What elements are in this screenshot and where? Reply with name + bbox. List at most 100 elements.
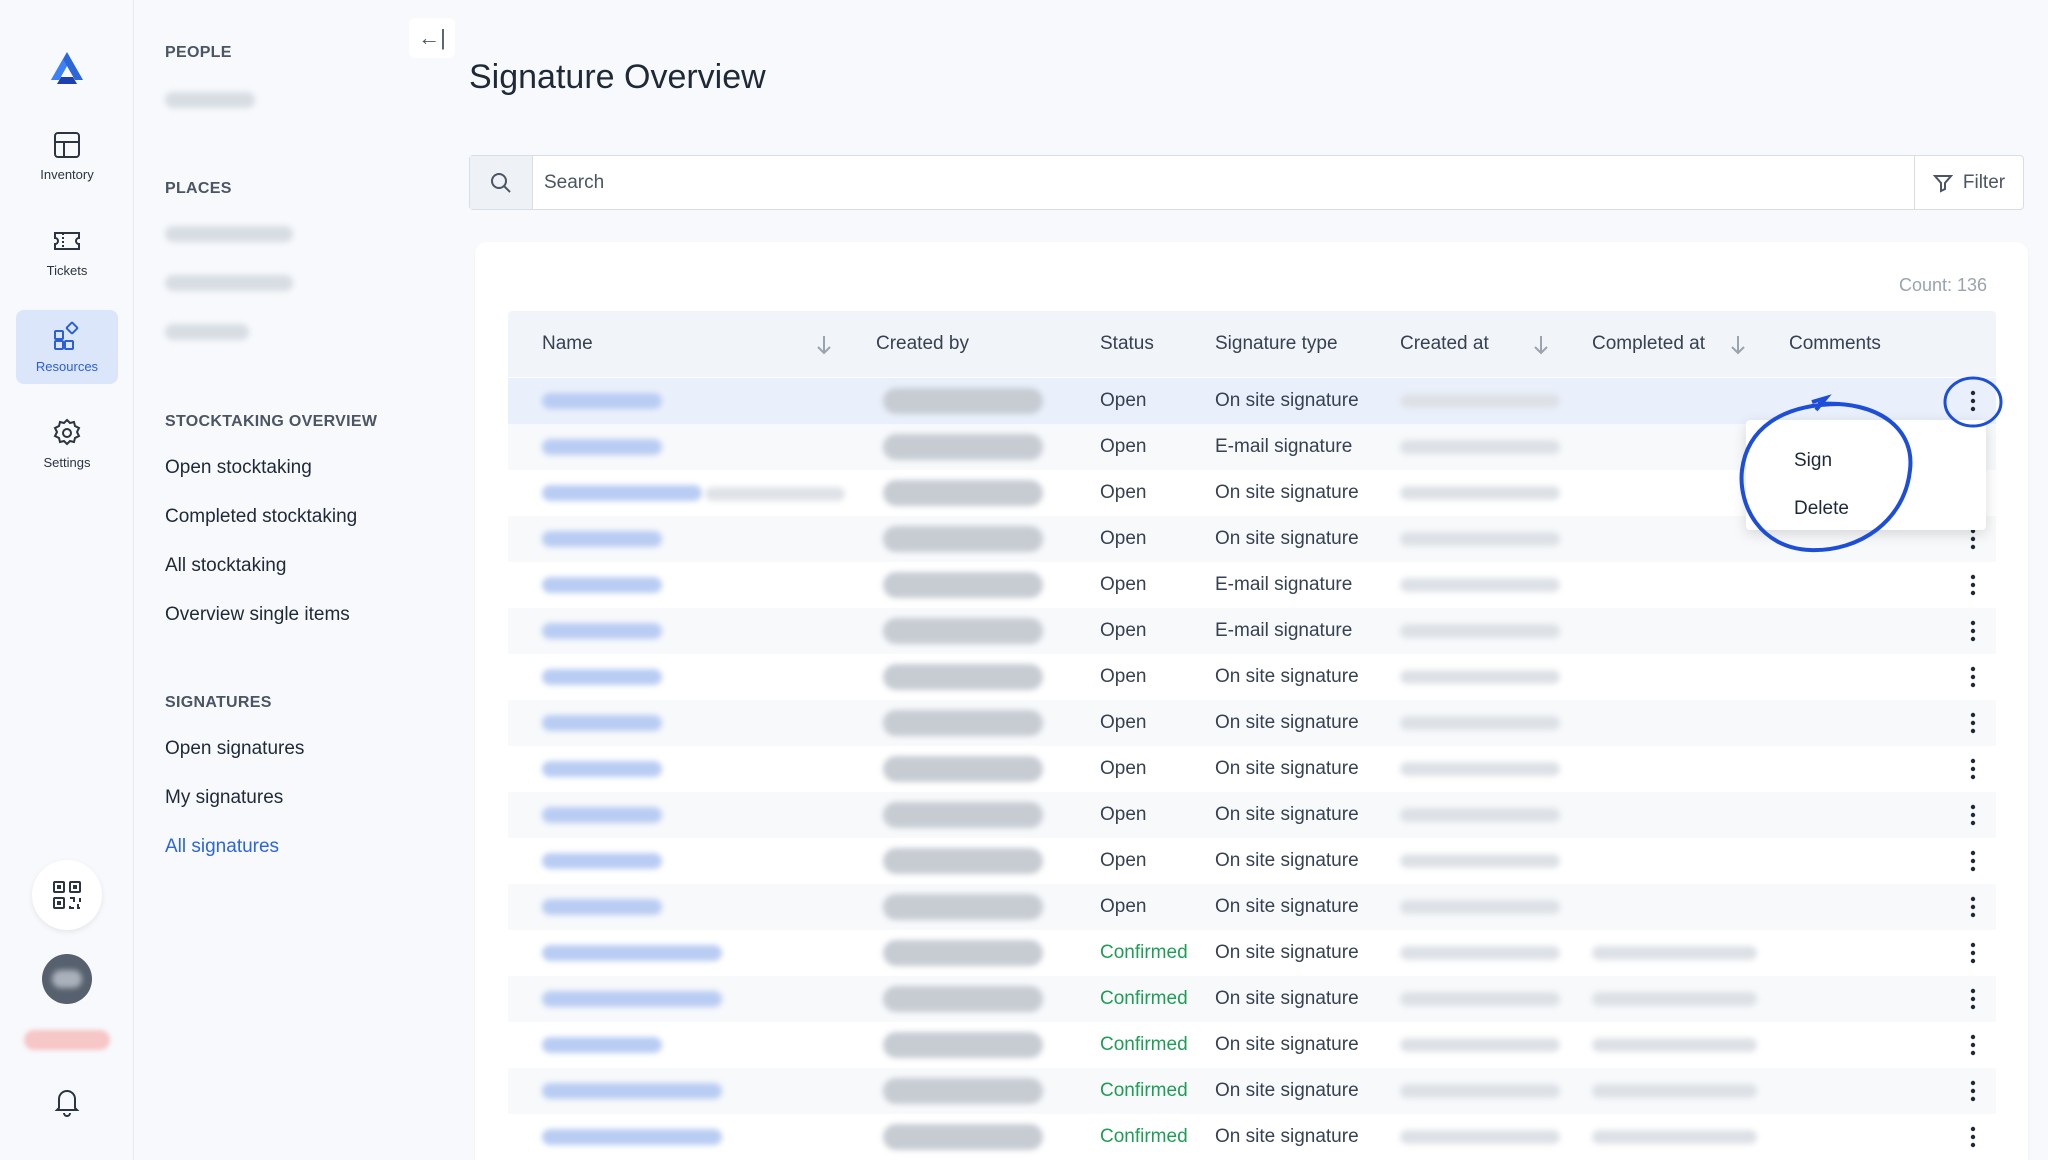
sort-arrow-icon[interactable] xyxy=(815,333,833,357)
row-name-link[interactable] xyxy=(542,1083,722,1099)
row-actions-button[interactable] xyxy=(1961,1030,1985,1060)
row-created-by xyxy=(883,526,1043,552)
row-status: Open xyxy=(1100,896,1147,917)
row-status: Open xyxy=(1100,574,1147,595)
icon-rail: Inventory Tickets Resources Settings xyxy=(0,0,134,1160)
sort-arrow-icon[interactable] xyxy=(1532,333,1550,357)
row-status: Open xyxy=(1100,758,1147,779)
column-header-name[interactable]: Name xyxy=(542,333,593,355)
nav-all-stocktaking[interactable]: All stocktaking xyxy=(165,555,286,577)
ticket-icon xyxy=(54,231,80,250)
row-created-at xyxy=(1400,762,1560,776)
row-signature-type: E-mail signature xyxy=(1215,436,1353,457)
blurred-nav-item[interactable] xyxy=(165,92,255,108)
qr-scan-button[interactable] xyxy=(32,860,102,930)
row-completed-at xyxy=(1592,946,1757,960)
row-actions-button[interactable] xyxy=(1961,892,1985,922)
row-name-link[interactable] xyxy=(542,577,662,593)
row-name-link[interactable] xyxy=(542,669,662,685)
nav-completed-stocktaking[interactable]: Completed stocktaking xyxy=(165,506,357,528)
row-name-link[interactable] xyxy=(542,945,722,961)
avatar[interactable] xyxy=(42,954,92,1004)
kebab-menu-icon xyxy=(1970,804,1976,826)
app-logo-icon[interactable] xyxy=(47,50,87,86)
nav-my-signatures[interactable]: My signatures xyxy=(165,787,283,809)
row-context-menu: Sign Delete xyxy=(1746,420,1986,530)
rail-item-label: Settings xyxy=(43,454,91,470)
row-signature-type: On site signature xyxy=(1215,390,1359,411)
row-created-at xyxy=(1400,900,1560,914)
row-name-link[interactable] xyxy=(542,761,662,777)
row-signature-type: On site signature xyxy=(1215,528,1359,549)
row-created-by xyxy=(883,848,1043,874)
inventory-icon xyxy=(54,131,80,158)
rail-item-resources[interactable]: Resources xyxy=(16,310,118,384)
nav-overview-single-items[interactable]: Overview single items xyxy=(165,604,350,626)
blurred-nav-item[interactable] xyxy=(165,324,249,340)
row-signature-type: E-mail signature xyxy=(1215,620,1353,641)
row-actions-button[interactable] xyxy=(1961,846,1985,876)
column-header-completed-at[interactable]: Completed at xyxy=(1592,333,1705,355)
search-button[interactable] xyxy=(470,156,533,209)
nav-all-signatures[interactable]: All signatures xyxy=(165,836,279,858)
column-header-signature-type[interactable]: Signature type xyxy=(1215,333,1338,355)
row-name-link[interactable] xyxy=(542,899,662,915)
rail-item-tickets[interactable]: Tickets xyxy=(16,214,118,288)
nav-open-stocktaking[interactable]: Open stocktaking xyxy=(165,457,312,479)
row-actions-button[interactable] xyxy=(1961,800,1985,830)
row-actions-button[interactable] xyxy=(1961,570,1985,600)
row-name-link[interactable] xyxy=(542,1129,722,1145)
row-actions-button[interactable] xyxy=(1961,616,1985,646)
row-name-link[interactable] xyxy=(542,623,662,639)
row-created-by xyxy=(883,572,1043,598)
section-people: PEOPLE xyxy=(165,44,232,61)
row-signature-type: On site signature xyxy=(1215,850,1359,871)
rail-item-inventory[interactable]: Inventory xyxy=(16,118,118,192)
row-actions-button[interactable] xyxy=(1961,662,1985,692)
row-name-link[interactable] xyxy=(542,439,662,455)
column-header-created-by[interactable]: Created by xyxy=(876,333,969,355)
row-name-link[interactable] xyxy=(542,531,662,547)
row-actions-button[interactable] xyxy=(1961,1122,1985,1152)
row-actions-button[interactable] xyxy=(1961,386,1985,416)
row-name-link[interactable] xyxy=(542,485,702,501)
row-name-link[interactable] xyxy=(542,1037,662,1053)
row-actions-button[interactable] xyxy=(1961,708,1985,738)
row-name-link[interactable] xyxy=(542,991,722,1007)
row-status: Confirmed xyxy=(1100,1034,1188,1055)
row-signature-type: On site signature xyxy=(1215,758,1359,779)
collapse-sidebar-button[interactable]: ←| xyxy=(409,18,455,58)
blurred-nav-item[interactable] xyxy=(165,275,293,291)
kebab-menu-icon xyxy=(1970,942,1976,964)
column-header-status[interactable]: Status xyxy=(1100,333,1154,355)
nav-open-signatures[interactable]: Open signatures xyxy=(165,738,304,760)
kebab-menu-icon xyxy=(1970,620,1976,642)
row-actions-button[interactable] xyxy=(1961,754,1985,784)
search-input[interactable] xyxy=(544,156,1844,209)
row-name-link[interactable] xyxy=(542,715,662,731)
row-name-link[interactable] xyxy=(542,807,662,823)
menu-item-delete[interactable]: Delete xyxy=(1794,498,1849,520)
row-status: Confirmed xyxy=(1100,1126,1188,1147)
row-actions-button[interactable] xyxy=(1961,938,1985,968)
column-header-created-at[interactable]: Created at xyxy=(1400,333,1489,355)
rail-item-settings[interactable]: Settings xyxy=(16,406,118,480)
search-icon xyxy=(491,172,511,193)
row-status: Open xyxy=(1100,850,1147,871)
blurred-nav-item[interactable] xyxy=(165,226,293,242)
filter-label: Filter xyxy=(1962,171,2006,193)
row-signature-type: On site signature xyxy=(1215,666,1359,687)
row-actions-button[interactable] xyxy=(1961,984,1985,1014)
menu-item-sign[interactable]: Sign xyxy=(1794,450,1832,472)
row-name-link[interactable] xyxy=(542,393,662,409)
row-created-at xyxy=(1400,486,1560,500)
bell-icon[interactable] xyxy=(50,1084,84,1118)
row-created-by xyxy=(883,756,1043,782)
sort-arrow-icon[interactable] xyxy=(1729,333,1747,357)
row-actions-button[interactable] xyxy=(1961,1076,1985,1106)
row-name-link[interactable] xyxy=(542,853,662,869)
row-created-at xyxy=(1400,1084,1560,1098)
filter-button[interactable]: Filter xyxy=(1914,156,2023,209)
column-header-comments: Comments xyxy=(1789,333,1881,354)
user-badge xyxy=(24,1030,110,1050)
